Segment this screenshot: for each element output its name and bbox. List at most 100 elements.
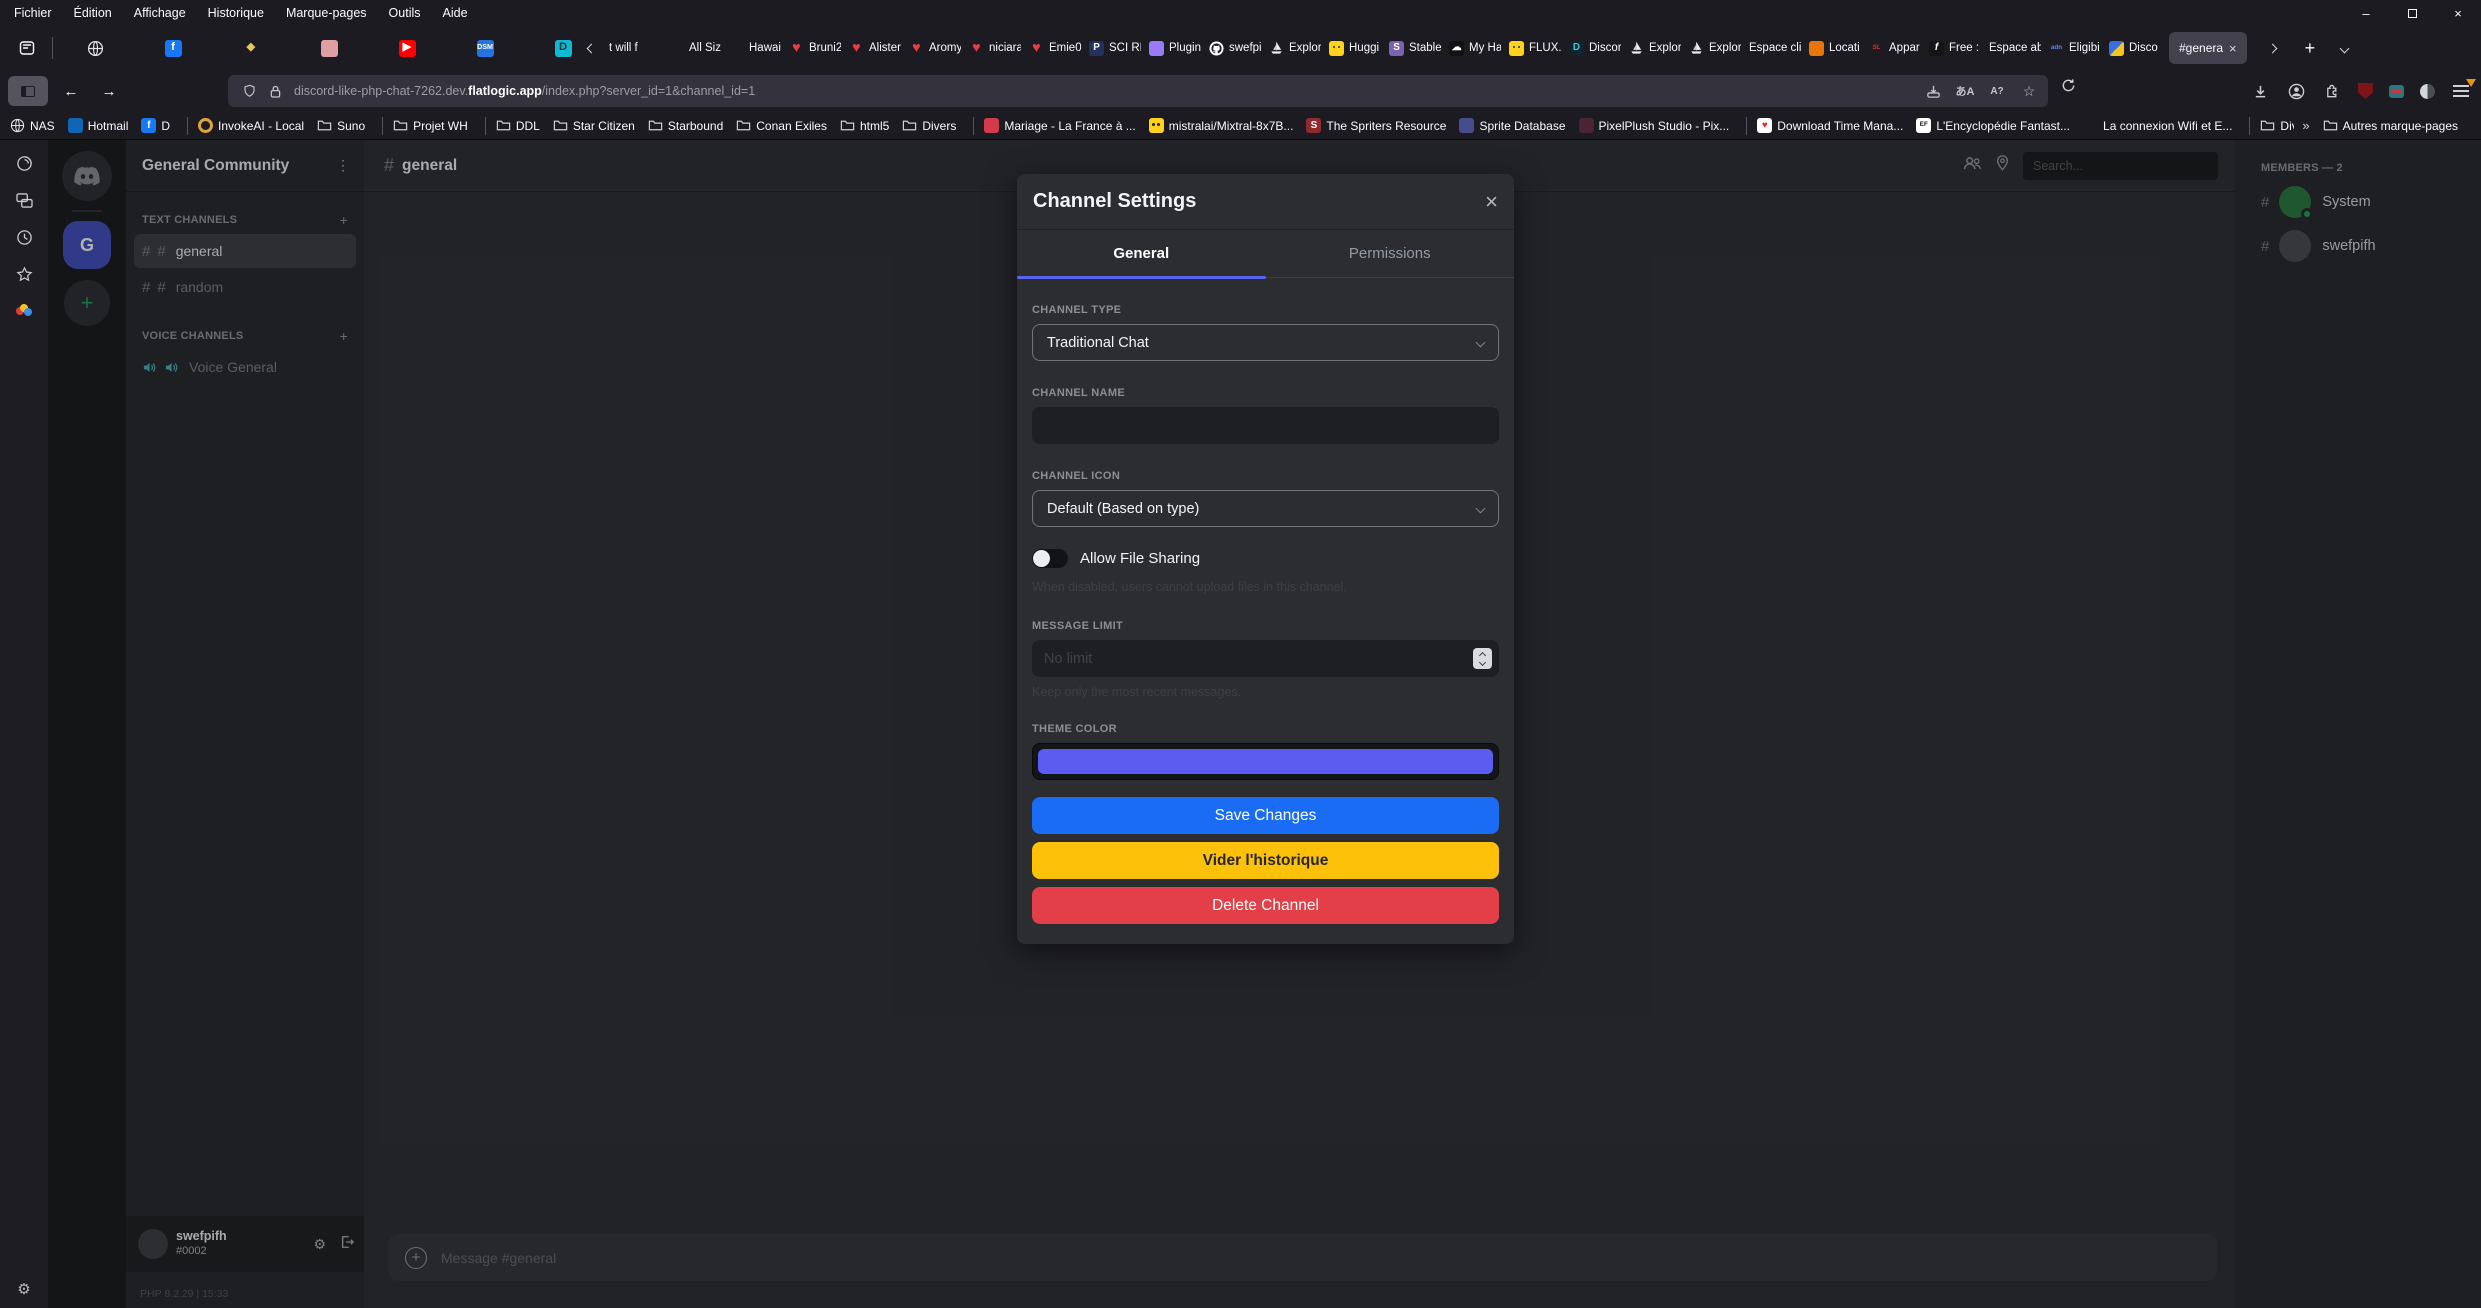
- menu-item-outils[interactable]: Outils: [389, 6, 421, 20]
- channel-item-general[interactable]: ##general: [134, 234, 356, 268]
- member-row-system[interactable]: #System: [2235, 180, 2481, 224]
- bookmark-mariage-la-france-a[interactable]: Mariage - La France à ...: [984, 118, 1135, 133]
- tab-all-siz[interactable]: All Siz: [669, 33, 721, 63]
- bookmark-starbound[interactable]: Starbound: [648, 118, 723, 133]
- youtube-pinned-tab[interactable]: ▶: [397, 34, 417, 62]
- channel-name-input[interactable]: [1032, 407, 1499, 444]
- darkreader-icon[interactable]: [2420, 84, 2435, 99]
- discord-home-icon[interactable]: [62, 151, 112, 201]
- tab-flux[interactable]: FLUX.: [1509, 33, 1561, 63]
- delete-channel-button[interactable]: Delete Channel: [1032, 887, 1499, 924]
- tab-emie0[interactable]: ♥Emie0: [1029, 33, 1081, 63]
- tab-permissions[interactable]: Permissions: [1266, 230, 1515, 277]
- menu-icon[interactable]: [2451, 81, 2471, 101]
- bookmark-ddl[interactable]: DDL: [496, 118, 540, 133]
- user-settings-gear-icon[interactable]: ⚙: [313, 1236, 326, 1253]
- theme-color-input[interactable]: [1032, 743, 1499, 780]
- bookmark-projet-wh[interactable]: Projet WH: [393, 118, 468, 133]
- bookmark-sprite-database[interactable]: Sprite Database: [1459, 118, 1565, 133]
- menu-item-marque-pages[interactable]: Marque-pages: [286, 6, 367, 20]
- ublock-icon[interactable]: [2358, 83, 2373, 99]
- close-window-icon[interactable]: ×: [2435, 0, 2481, 26]
- bookmark-the-spriters-resource[interactable]: SThe Spriters Resource: [1306, 118, 1446, 133]
- other-bookmarks-folder[interactable]: Autres marque-pages: [2323, 118, 2458, 133]
- tab-manager-icon[interactable]: [9, 185, 39, 215]
- tab-hawai[interactable]: Hawai: [729, 33, 781, 63]
- tab-general[interactable]: General: [1017, 230, 1266, 277]
- bookmark-suno[interactable]: Suno: [317, 118, 365, 133]
- tab-my-ha[interactable]: ☁My Ha: [1449, 33, 1501, 63]
- tab-discor[interactable]: DDiscor: [1569, 33, 1621, 63]
- maximize-icon[interactable]: [2389, 0, 2435, 26]
- dsm-pinned-tab[interactable]: DSM: [475, 34, 495, 62]
- tab-locati[interactable]: Locati: [1809, 33, 1861, 63]
- tab-explor[interactable]: Explor: [1629, 33, 1681, 63]
- menu-item-affichage[interactable]: Affichage: [134, 6, 186, 20]
- bookmark-invokeai-local[interactable]: InvokeAI - Local: [198, 118, 304, 133]
- save-changes-button[interactable]: Save Changes: [1032, 797, 1499, 834]
- server-icon-general-community[interactable]: G: [63, 221, 111, 269]
- account-icon[interactable]: [2286, 81, 2306, 101]
- translate-alt-icon[interactable]: A?: [1986, 86, 2008, 97]
- tab-sci-re[interactable]: PSCI RE: [1089, 33, 1141, 63]
- channel-type-select[interactable]: Traditional Chat: [1032, 324, 1499, 361]
- bookmark-star-icon[interactable]: ☆: [2018, 83, 2040, 100]
- sidebar-settings-gear-icon[interactable]: ⚙: [17, 1280, 30, 1298]
- bookmark-conan-exiles[interactable]: Conan Exiles: [736, 118, 827, 133]
- bookmark-pixelplush-studio-pix[interactable]: PixelPlush Studio - Pix...: [1579, 118, 1730, 133]
- scroll-tabs-left-icon[interactable]: [579, 34, 603, 62]
- bookmark-mistralai-mixtral-8x7b[interactable]: mistralai/Mixtral-8x7B...: [1149, 118, 1294, 133]
- add-server-button[interactable]: +: [64, 280, 110, 326]
- tab-list-icon[interactable]: [2341, 39, 2348, 57]
- tab-swefpi[interactable]: swefpi: [1209, 33, 1261, 63]
- history-clock-icon[interactable]: [9, 222, 39, 252]
- tab-aromy[interactable]: ♥Aromy: [909, 33, 961, 63]
- voice-channel-item-voice-general[interactable]: Voice General: [134, 350, 356, 384]
- tab-stable[interactable]: SStable: [1389, 33, 1441, 63]
- tab-explor[interactable]: Explor: [1689, 33, 1741, 63]
- back-icon[interactable]: ←: [56, 76, 86, 106]
- bookmarks-overflow-icon[interactable]: »: [2302, 118, 2308, 133]
- tab-espace-abo[interactable]: Espace abo: [1989, 33, 2041, 63]
- ai-chatbot-icon[interactable]: [9, 148, 39, 178]
- forward-icon[interactable]: →: [94, 76, 124, 106]
- clear-history-button[interactable]: Vider l'historique: [1032, 842, 1499, 879]
- bookmark-html5[interactable]: html5: [840, 118, 889, 133]
- message-limit-input[interactable]: [1032, 640, 1499, 677]
- bookmark-star-citizen[interactable]: Star Citizen: [553, 118, 635, 133]
- tab-niciara[interactable]: ♥niciara: [969, 33, 1021, 63]
- downloads-icon[interactable]: [2250, 81, 2270, 101]
- tab-huggi[interactable]: Huggi: [1329, 33, 1381, 63]
- extension-robot-icon[interactable]: [2389, 85, 2404, 98]
- bookmark-la-connexion-wifi-et-e[interactable]: La connexion Wifi et E...: [2083, 118, 2232, 133]
- tab-plugin[interactable]: Plugin: [1149, 33, 1201, 63]
- scroll-tabs-right-icon[interactable]: [2261, 34, 2285, 62]
- message-input[interactable]: [441, 1250, 2201, 1266]
- bookmark-divers[interactable]: Divers: [2260, 118, 2294, 133]
- server-menu-icon[interactable]: ⋮: [336, 157, 350, 174]
- add-text-channel-icon[interactable]: +: [340, 212, 348, 228]
- close-tab-icon[interactable]: ×: [2229, 41, 2237, 56]
- tab-disco[interactable]: Disco: [2109, 33, 2161, 63]
- member-row-swefpifh[interactable]: #swefpifh: [2235, 224, 2481, 268]
- logout-icon[interactable]: [340, 1235, 354, 1254]
- tab-t-will-f[interactable]: t will f: [609, 33, 661, 63]
- lock-icon[interactable]: [262, 85, 288, 98]
- palette-extension-icon[interactable]: [9, 296, 39, 326]
- search-input[interactable]: [2023, 152, 2218, 180]
- extensions-icon[interactable]: [2322, 81, 2342, 101]
- menu-item-fichier[interactable]: Fichier: [14, 6, 52, 20]
- menu-item-edition[interactable]: Édition: [74, 6, 112, 20]
- active-tab[interactable]: #genera ×: [2169, 32, 2247, 64]
- shield-icon[interactable]: [236, 84, 262, 98]
- refresh-icon[interactable]: [2058, 75, 2078, 95]
- firefox-view-icon[interactable]: [12, 33, 42, 63]
- bookmark-nas[interactable]: NAS: [10, 118, 55, 133]
- sidebar-toggle-button[interactable]: [8, 76, 48, 106]
- channel-item-random[interactable]: ##random: [134, 270, 356, 304]
- tab-explor[interactable]: Explor: [1269, 33, 1321, 63]
- tab-appar[interactable]: SLAppar: [1869, 33, 1921, 63]
- close-icon[interactable]: ×: [1485, 189, 1498, 215]
- minimize-icon[interactable]: –: [2343, 0, 2389, 26]
- new-tab-button[interactable]: +: [2305, 38, 2316, 59]
